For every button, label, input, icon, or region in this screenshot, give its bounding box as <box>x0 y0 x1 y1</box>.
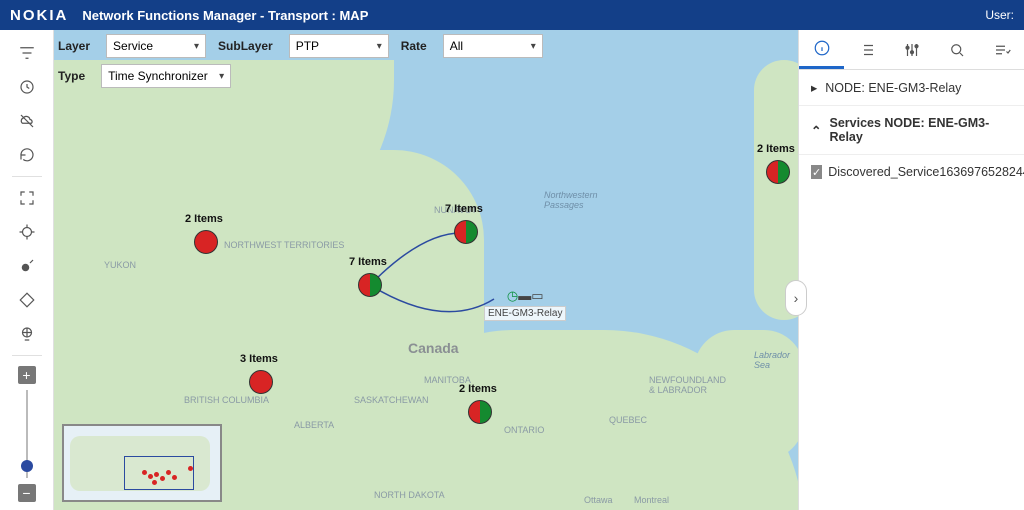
globe-icon[interactable] <box>11 320 43 348</box>
device-label: ENE-GM3-Relay <box>484 306 566 321</box>
history-icon[interactable] <box>11 73 43 101</box>
sublayer-label: SubLayer <box>218 39 273 53</box>
map-canvas[interactable]: Canada NORTHWEST TERRITORIES YUKON BRITI… <box>54 30 798 510</box>
map-node[interactable]: 2 Items <box>468 400 492 424</box>
node-label: 2 Items <box>459 383 497 395</box>
caret-down-icon: ▾ <box>377 41 382 52</box>
tab-search[interactable] <box>934 30 979 69</box>
type-label: Type <box>58 69 85 83</box>
map-node[interactable]: 3 Items <box>249 370 273 394</box>
node-label: 2 Items <box>185 213 223 225</box>
map-label-canada: Canada <box>408 340 459 356</box>
chevron-down-icon: ⌃ <box>811 123 821 138</box>
map-device-node[interactable]: ◷▬▭ ENE-GM3-Relay <box>484 288 566 321</box>
zoom-rail[interactable] <box>26 390 28 478</box>
map-node[interactable]: 7 Items <box>358 273 382 297</box>
checkbox-checked-icon[interactable]: ✓ <box>811 165 822 179</box>
panel-collapse-button[interactable]: › <box>785 280 807 316</box>
node-section-header[interactable]: ▸ NODE: ENE-GM3-Relay <box>799 70 1024 106</box>
node-label: 3 Items <box>240 353 278 365</box>
center-target-icon[interactable] <box>11 218 43 246</box>
service-list-item[interactable]: ✓ Discovered_Service1636976528244 <box>799 155 1024 189</box>
map-label-nd: NORTH DAKOTA <box>374 490 445 500</box>
map-label-labsea: Labrador Sea <box>754 350 798 370</box>
map-label-sask: SASKATCHEWAN <box>354 395 429 405</box>
map-label-yukon: YUKON <box>104 260 136 270</box>
map-label-montreal: Montreal <box>634 495 669 505</box>
app-header: NOKIA Network Functions Manager - Transp… <box>0 0 1024 30</box>
type-select[interactable]: Time Synchronizer ▾ <box>101 64 231 88</box>
chevron-right-icon: ▸ <box>811 80 817 95</box>
tab-check[interactable] <box>979 30 1024 69</box>
layer-value: Service <box>113 39 153 53</box>
page-title: Network Functions Manager - Transport : … <box>82 8 368 23</box>
zoom-out-button[interactable]: − <box>18 484 36 502</box>
service-name: Discovered_Service1636976528244 <box>828 165 1024 179</box>
rate-select[interactable]: All ▾ <box>443 34 543 58</box>
tab-tune[interactable] <box>889 30 934 69</box>
caret-down-icon: ▾ <box>219 71 224 82</box>
tag-icon[interactable] <box>11 286 43 314</box>
layer-select[interactable]: Service ▾ <box>106 34 206 58</box>
cloud-off-icon[interactable] <box>11 107 43 135</box>
services-heading: Services NODE: ENE-GM3-Relay <box>829 116 1012 144</box>
sublayer-select[interactable]: PTP ▾ <box>289 34 389 58</box>
node-label: 2 Items <box>757 143 795 155</box>
fullscreen-icon[interactable] <box>11 184 43 212</box>
map-label-bc: BRITISH COLUMBIA <box>184 395 269 405</box>
map-label-quebec: QUEBEC <box>609 415 647 425</box>
brand-logo: NOKIA <box>10 7 68 24</box>
rate-label: Rate <box>401 39 427 53</box>
clock-icon: ◷ <box>507 288 518 303</box>
node-label: 7 Items <box>445 203 483 215</box>
refresh-icon[interactable] <box>11 141 43 169</box>
tab-info[interactable] <box>799 30 844 69</box>
node-heading: NODE: ENE-GM3-Relay <box>825 81 961 95</box>
map-node[interactable]: 2 Items <box>766 160 790 184</box>
rate-value: All <box>450 39 463 53</box>
map-label-nwpass: Northwestern Passages <box>544 190 614 210</box>
minimap[interactable] <box>62 424 222 502</box>
device-icon: ▬▭ <box>518 288 543 303</box>
map-label-alberta: ALBERTA <box>294 420 334 430</box>
details-panel: › ▸ NODE: ENE-GM3-Relay ⌃ Services NODE:… <box>798 30 1024 510</box>
zoom-in-button[interactable]: + <box>18 366 36 384</box>
caret-down-icon: ▾ <box>194 41 199 52</box>
filter-bar: Layer Service ▾ SubLayer PTP ▾ Rate All ▾ T… <box>58 34 543 88</box>
tab-list[interactable] <box>844 30 889 69</box>
map-label-nwt: NORTHWEST TERRITORIES <box>224 240 344 250</box>
layer-label: Layer <box>58 39 90 53</box>
map-label-ottawa: Ottawa <box>584 495 613 505</box>
zoom-slider: + − <box>18 366 36 502</box>
filter-icon[interactable] <box>11 39 43 67</box>
map-node[interactable]: 2 Items <box>194 230 218 254</box>
location-dot-icon[interactable] <box>11 252 43 280</box>
left-toolbar: + − <box>0 30 54 510</box>
map-label-nflab: NEWFOUNDLAND & LABRADOR <box>649 375 729 395</box>
type-value: Time Synchronizer <box>108 69 208 83</box>
node-label: 7 Items <box>349 256 387 268</box>
sublayer-value: PTP <box>296 39 319 53</box>
map-label-ontario: ONTARIO <box>504 425 544 435</box>
user-label: User: <box>985 8 1014 22</box>
caret-down-icon: ▾ <box>531 41 536 52</box>
services-section-header[interactable]: ⌃ Services NODE: ENE-GM3-Relay <box>799 106 1024 155</box>
zoom-knob[interactable] <box>21 460 33 472</box>
panel-tabs <box>799 30 1024 70</box>
map-node[interactable]: 7 Items <box>454 220 478 244</box>
